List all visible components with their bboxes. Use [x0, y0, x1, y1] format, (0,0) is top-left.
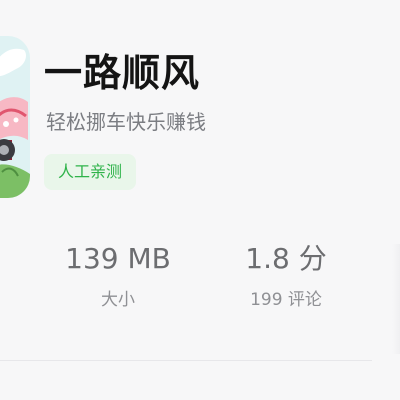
- rating-stat[interactable]: 1.8 分 199 评论: [236, 240, 336, 312]
- offscreen-stat-edge: [392, 244, 400, 354]
- size-label: 大小: [101, 290, 135, 310]
- app-title: 一路顺风: [44, 51, 201, 95]
- size-value: 139 MB: [65, 242, 171, 275]
- review-count: 199 评论: [250, 290, 322, 310]
- manual-test-badge: 人工亲测: [44, 154, 137, 190]
- rating-value: 1.8 分: [245, 242, 327, 275]
- size-stat: 139 MB 大小: [60, 240, 176, 312]
- app-icon: [0, 36, 30, 198]
- app-subtitle: 轻松挪车快乐赚钱: [46, 110, 206, 134]
- section-divider: [0, 360, 372, 361]
